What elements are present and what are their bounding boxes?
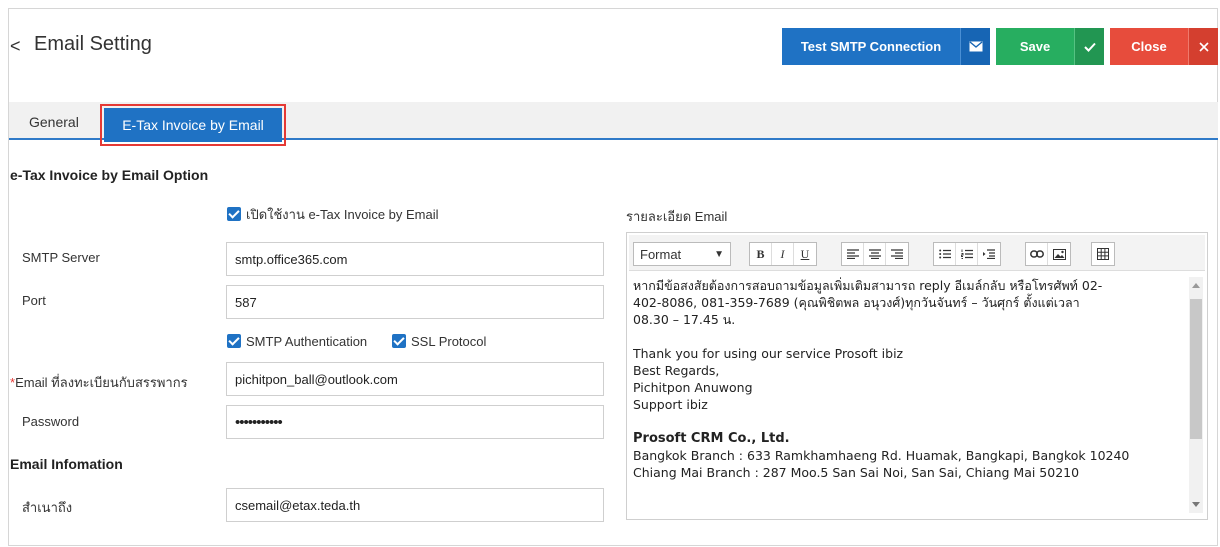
format-dropdown[interactable]: Format ▼ — [633, 242, 731, 266]
close-icon — [1188, 28, 1218, 65]
image-icon[interactable] — [1048, 243, 1070, 265]
bullet-list-icon[interactable] — [934, 243, 956, 265]
format-dropdown-label: Format — [640, 246, 682, 262]
align-right-icon[interactable] — [886, 243, 908, 265]
body-line: Bangkok Branch : 633 Ramkhamhaeng Rd. Hu… — [633, 448, 1130, 463]
table-icon[interactable] — [1092, 243, 1114, 265]
page-title: Email Setting — [34, 33, 152, 55]
scroll-down-icon[interactable] — [1192, 502, 1200, 507]
enable-etax-checkbox[interactable]: เปิดใช้งาน e-Tax Invoice by Email — [227, 204, 439, 225]
company-name: Prosoft CRM Co., Ltd. — [633, 431, 790, 446]
link-icon[interactable] — [1026, 243, 1048, 265]
alignment-group — [841, 242, 909, 266]
scrollbar-thumb[interactable] — [1190, 299, 1202, 439]
numbered-list-icon[interactable] — [956, 243, 978, 265]
smtp-server-input[interactable]: smtp.office365.com — [226, 242, 604, 276]
editor-toolbar: Format ▼ B I U — [629, 235, 1205, 271]
smtp-authentication-label: SMTP Authentication — [246, 334, 368, 349]
section-title-email-information: Email Infomation — [10, 456, 123, 472]
password-label: Password — [22, 414, 80, 429]
test-smtp-connection-label: Test SMTP Connection — [800, 39, 942, 54]
scroll-up-icon[interactable] — [1192, 283, 1200, 288]
caret-down-icon: ▼ — [714, 248, 724, 260]
password-input[interactable]: ••••••••••• — [226, 405, 604, 439]
indent-icon[interactable] — [978, 243, 1000, 265]
body-line: Support ibiz — [633, 397, 708, 412]
enable-etax-label: เปิดใช้งาน e-Tax Invoice by Email — [246, 207, 439, 222]
cc-label: สำเนาถึง — [22, 500, 73, 515]
email-registered-label: *Email ที่ลงทะเบียนกับสรรพากร — [10, 372, 188, 393]
back-icon[interactable]: < — [10, 36, 21, 57]
smtp-authentication-checkbox[interactable]: SMTP Authentication — [227, 334, 367, 349]
bold-icon[interactable]: B — [750, 243, 772, 265]
email-detail-label: รายละเอียด Email — [626, 209, 728, 224]
editor-scrollbar[interactable] — [1189, 277, 1203, 513]
text-style-group: B I U — [749, 242, 817, 266]
check-icon — [1074, 28, 1104, 65]
table-group — [1091, 242, 1115, 266]
checkbox-checked-icon — [227, 207, 241, 221]
underline-icon[interactable]: U — [794, 243, 816, 265]
port-input[interactable]: 587 — [226, 285, 604, 319]
body-line: Best Regards, — [633, 363, 720, 378]
envelope-icon — [960, 28, 990, 65]
align-center-icon[interactable] — [864, 243, 886, 265]
ssl-protocol-checkbox[interactable]: SSL Protocol — [392, 334, 486, 349]
close-button[interactable]: Close — [1110, 28, 1218, 65]
body-line: Thank you for using our service Prosoft … — [633, 346, 904, 361]
body-line: 08.30 – 17.45 น. — [633, 312, 736, 327]
body-line: 402-8086, 081-359-7689 (คุณพิชิตพล อนุวง… — [633, 295, 1080, 310]
tab-etax-invoice[interactable]: E-Tax Invoice by Email — [104, 108, 282, 142]
email-registered-input[interactable]: pichitpon_ball@outlook.com — [226, 362, 604, 396]
tab-general[interactable]: General — [29, 114, 79, 130]
close-label: Close — [1131, 39, 1167, 54]
body-line: Pichitpon Anuwong — [633, 380, 753, 395]
port-label: Port — [22, 293, 46, 308]
save-label: Save — [1019, 39, 1051, 54]
insert-group — [1025, 242, 1071, 266]
email-body-content[interactable]: หากมีข้อสงสัยต้องการสอบถามข้อมูลเพิ่มเติ… — [633, 277, 1181, 515]
smtp-server-label: SMTP Server — [22, 250, 100, 265]
tab-bar: General E-Tax Invoice by Email — [9, 102, 1218, 146]
body-line: Chiang Mai Branch : 287 Moo.5 San Sai No… — [633, 465, 1080, 480]
section-title-etax-option: e-Tax Invoice by Email Option — [10, 167, 209, 183]
email-registered-label-text: Email ที่ลงทะเบียนกับสรรพากร — [15, 375, 188, 390]
ssl-protocol-label: SSL Protocol — [411, 334, 487, 349]
checkbox-checked-icon — [227, 334, 241, 348]
align-left-icon[interactable] — [842, 243, 864, 265]
tab-etax-invoice-highlight: E-Tax Invoice by Email — [100, 104, 286, 146]
test-smtp-connection-button[interactable]: Test SMTP Connection — [782, 28, 990, 65]
email-body-editor[interactable]: Format ▼ B I U หากมีข้อสงสัยต้องการสอบถา… — [626, 232, 1208, 520]
list-group — [933, 242, 1001, 266]
body-line: หากมีข้อสงสัยต้องการสอบถามข้อมูลเพิ่มเติ… — [633, 278, 1103, 293]
cc-input[interactable]: csemail@etax.teda.th — [226, 488, 604, 522]
checkbox-checked-icon — [392, 334, 406, 348]
italic-icon[interactable]: I — [772, 243, 794, 265]
save-button[interactable]: Save — [996, 28, 1104, 65]
